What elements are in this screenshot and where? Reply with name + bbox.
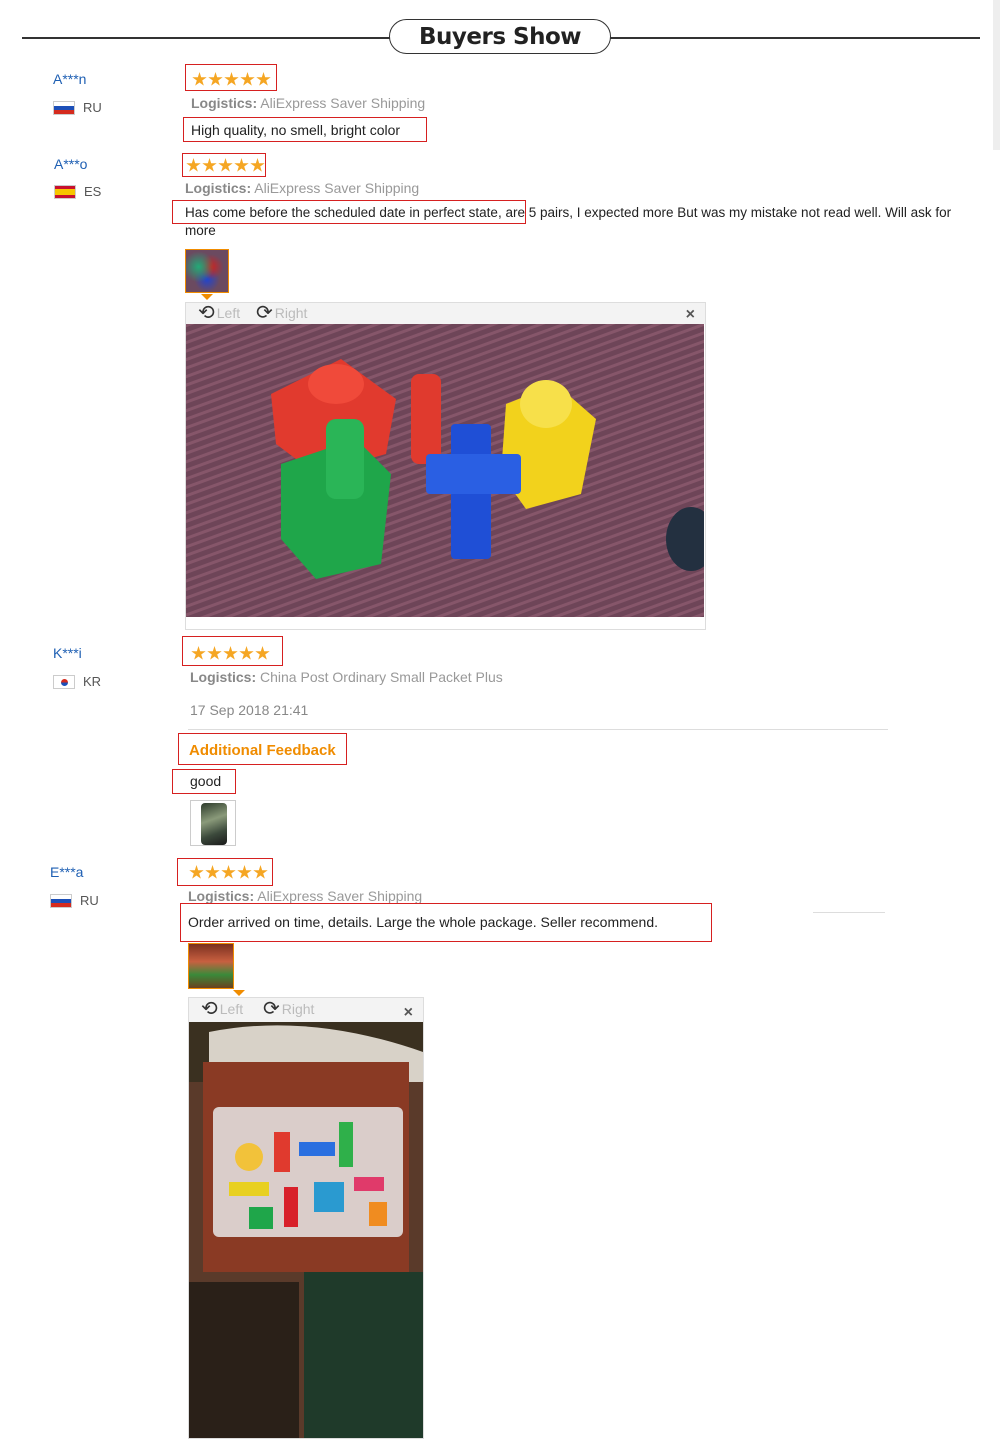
viewer-close-button[interactable]: × [686, 306, 695, 324]
review-photo-thumbnail[interactable] [185, 249, 229, 293]
logistics-info: Logistics: AliExpress Saver Shipping [185, 180, 419, 196]
star-icon [234, 158, 249, 172]
review-photo-thumbnail[interactable] [188, 943, 234, 989]
reviewer-country: ES [54, 184, 101, 199]
star-rating [191, 646, 270, 661]
rotate-right-label: Right [281, 1001, 315, 1017]
star-icon [255, 646, 270, 660]
star-rating [189, 865, 268, 880]
russia-flag-icon [53, 100, 75, 115]
rotate-left-button[interactable]: ⟲ Left [201, 998, 244, 1020]
photo-content [201, 803, 227, 845]
country-code: RU [80, 893, 99, 908]
reviewer-country: RU [53, 100, 102, 115]
star-rating [192, 72, 271, 87]
star-icon [223, 646, 238, 660]
reviewer-name[interactable]: A***o [54, 156, 87, 172]
viewer-close-button[interactable]: × [404, 1004, 413, 1022]
toy-package-photo [189, 1022, 423, 1438]
viewer-toolbar: ⟲ Left ⟳ Right × [186, 303, 705, 324]
star-icon [186, 158, 201, 172]
star-icon [221, 865, 236, 879]
russia-flag-icon [50, 893, 72, 908]
rotate-left-label: Left [216, 305, 241, 321]
star-icon [237, 865, 252, 879]
logistics-value: China Post Ordinary Small Packet Plus [260, 669, 503, 685]
section-title: Buyers Show [389, 19, 611, 54]
star-icon [253, 865, 268, 879]
logistics-label: Logistics: [190, 669, 257, 685]
reviewer-country: KR [53, 674, 101, 689]
star-icon [207, 646, 222, 660]
header-divider-right [610, 37, 980, 39]
rotate-right-button[interactable]: ⟳ Right [263, 998, 315, 1020]
logistics-label: Logistics: [185, 180, 252, 196]
section-divider [188, 729, 888, 730]
korea-flag-icon [53, 674, 75, 689]
country-code: KR [83, 674, 102, 689]
feedback-text: Order arrived on time, details. Large th… [188, 914, 659, 930]
rotate-right-label: Right [274, 305, 308, 321]
star-icon [202, 158, 217, 172]
review-date: 17 Sep 2018 21:41 [190, 702, 309, 718]
rotate-right-icon: ⟳ [256, 302, 273, 324]
logistics-label: Logistics: [191, 95, 258, 111]
additional-feedback-text: good [190, 773, 222, 789]
star-icon [218, 158, 233, 172]
viewer-toolbar: ⟲ Left ⟳ Right × [189, 998, 423, 1022]
toy-bolts-photo [186, 324, 704, 617]
rotate-left-button[interactable]: ⟲ Left [198, 302, 241, 324]
star-icon [205, 865, 220, 879]
logistics-label: Logistics: [188, 888, 255, 904]
spain-flag-icon [54, 184, 76, 199]
star-icon [191, 646, 206, 660]
country-code: ES [84, 184, 102, 199]
review-photo-large [186, 324, 704, 617]
logistics-value: AliExpress Saver Shipping [257, 888, 423, 904]
reviewer-name[interactable]: E***a [50, 864, 83, 880]
feedback-text: Has come before the scheduled date in pe… [185, 205, 952, 238]
logistics-info: Logistics: AliExpress Saver Shipping [188, 888, 422, 904]
star-icon [256, 72, 271, 86]
star-icon [224, 72, 239, 86]
rotate-left-icon: ⟲ [198, 302, 215, 324]
star-icon [208, 72, 223, 86]
star-rating [186, 158, 265, 173]
active-thumbnail-caret-icon [201, 294, 213, 300]
header-divider-left [22, 37, 390, 39]
rotate-left-label: Left [219, 1001, 244, 1017]
reviewer-name[interactable]: A***n [53, 71, 86, 87]
image-viewer: ⟲ Left ⟳ Right × [188, 997, 424, 1439]
logistics-info: Logistics: China Post Ordinary Small Pac… [190, 669, 503, 685]
additional-feedback-heading: Additional Feedback [189, 742, 336, 759]
star-icon [250, 158, 265, 172]
logistics-value: AliExpress Saver Shipping [260, 95, 426, 111]
active-thumbnail-caret-icon [233, 990, 245, 996]
rotate-right-button[interactable]: ⟳ Right [256, 302, 308, 324]
star-icon [192, 72, 207, 86]
logistics-value: AliExpress Saver Shipping [254, 180, 420, 196]
image-viewer: ⟲ Left ⟳ Right × [185, 302, 706, 630]
star-icon [240, 72, 255, 86]
star-icon [239, 646, 254, 660]
review-photo-large [189, 1022, 423, 1438]
review-photo-thumbnail[interactable] [190, 800, 236, 846]
scrollbar[interactable] [993, 0, 1000, 150]
section-divider [813, 912, 885, 913]
reviewer-name[interactable]: K***i [53, 645, 82, 661]
country-code: RU [83, 100, 102, 115]
rotate-right-icon: ⟳ [263, 998, 280, 1020]
reviewer-country: RU [50, 893, 99, 908]
rotate-left-icon: ⟲ [201, 998, 218, 1020]
feedback-text: High quality, no smell, bright color [191, 122, 401, 138]
logistics-info: Logistics: AliExpress Saver Shipping [191, 95, 425, 111]
star-icon [189, 865, 204, 879]
